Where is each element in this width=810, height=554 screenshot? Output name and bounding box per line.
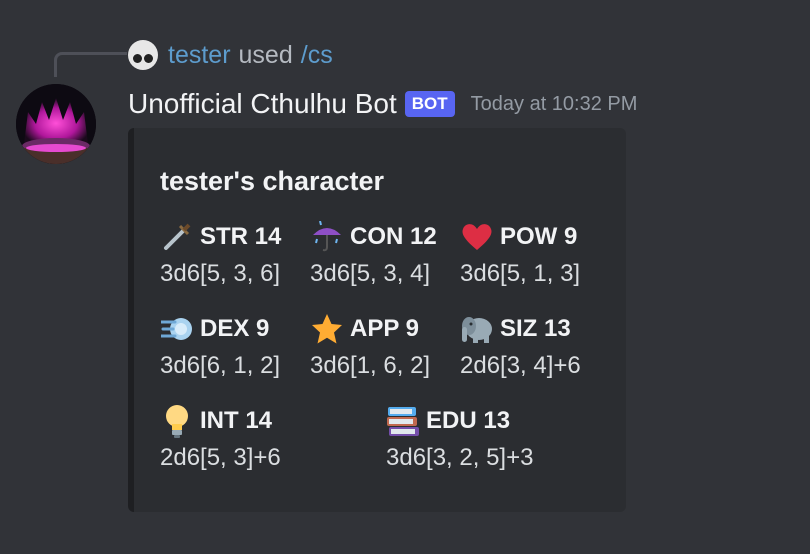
- books-icon: [386, 404, 420, 438]
- umbrella-rain-icon: [310, 220, 344, 254]
- reply-username[interactable]: tester: [168, 41, 231, 70]
- field-name: SIZ 13: [500, 315, 571, 342]
- field-name: STR 14: [200, 223, 282, 250]
- timestamp[interactable]: Today at 10:32 PM: [471, 93, 638, 116]
- field-name: DEX 9: [200, 315, 270, 342]
- field-value: 3d6[1, 6, 2]: [310, 352, 431, 379]
- heart-icon: [460, 220, 494, 254]
- embed-title: tester's character: [160, 166, 385, 196]
- reply-used-text: used: [238, 40, 293, 69]
- field-value: 2d6[5, 3]+6: [160, 444, 281, 471]
- field-int: INT 14 2d6[5, 3]+6: [160, 404, 281, 472]
- field-value: 3d6[5, 3, 6]: [160, 260, 281, 287]
- message-header: Unofficial Cthulhu Bot BOT Today at 10:3…: [128, 86, 637, 122]
- field-str: STR 14 3d6[5, 3, 6]: [160, 220, 281, 288]
- field-name: POW 9: [500, 223, 578, 250]
- reply-reference[interactable]: tester used /cs: [128, 40, 333, 70]
- reply-connector: [54, 52, 127, 77]
- character-embed: tester's character STR 14 3d6[5, 3, 6] C…: [128, 128, 626, 512]
- field-app: APP 9 3d6[1, 6, 2]: [310, 312, 430, 380]
- field-con: CON 12 3d6[5, 3, 4]: [310, 220, 437, 288]
- field-siz: SIZ 13 2d6[3, 4]+6: [460, 312, 581, 380]
- field-value: 3d6[5, 1, 3]: [460, 260, 581, 287]
- field-value: 3d6[3, 2, 5]+3: [386, 444, 534, 471]
- field-edu: EDU 13 3d6[3, 2, 5]+3: [386, 404, 533, 472]
- star-icon: [310, 312, 344, 346]
- bot-badge: BOT: [404, 91, 455, 117]
- dagger-icon: [160, 220, 194, 254]
- field-value: 2d6[3, 4]+6: [460, 352, 581, 379]
- field-name: CON 12: [350, 223, 437, 250]
- author-name[interactable]: Unofficial Cthulhu Bot: [128, 88, 397, 120]
- lightbulb-icon: [160, 404, 194, 438]
- field-name: INT 14: [200, 407, 273, 434]
- field-pow: POW 9 3d6[5, 1, 3]: [460, 220, 580, 288]
- field-value: 3d6[6, 1, 2]: [160, 352, 281, 379]
- field-value: 3d6[5, 3, 4]: [310, 260, 431, 287]
- elephant-icon: [460, 312, 494, 346]
- dash-icon: [160, 312, 194, 346]
- field-dex: DEX 9 3d6[6, 1, 2]: [160, 312, 280, 380]
- reply-avatar[interactable]: [128, 40, 158, 70]
- reply-command[interactable]: /cs: [301, 41, 333, 70]
- bot-avatar[interactable]: [16, 84, 96, 164]
- field-name: APP 9: [350, 315, 419, 342]
- field-name: EDU 13: [426, 407, 511, 434]
